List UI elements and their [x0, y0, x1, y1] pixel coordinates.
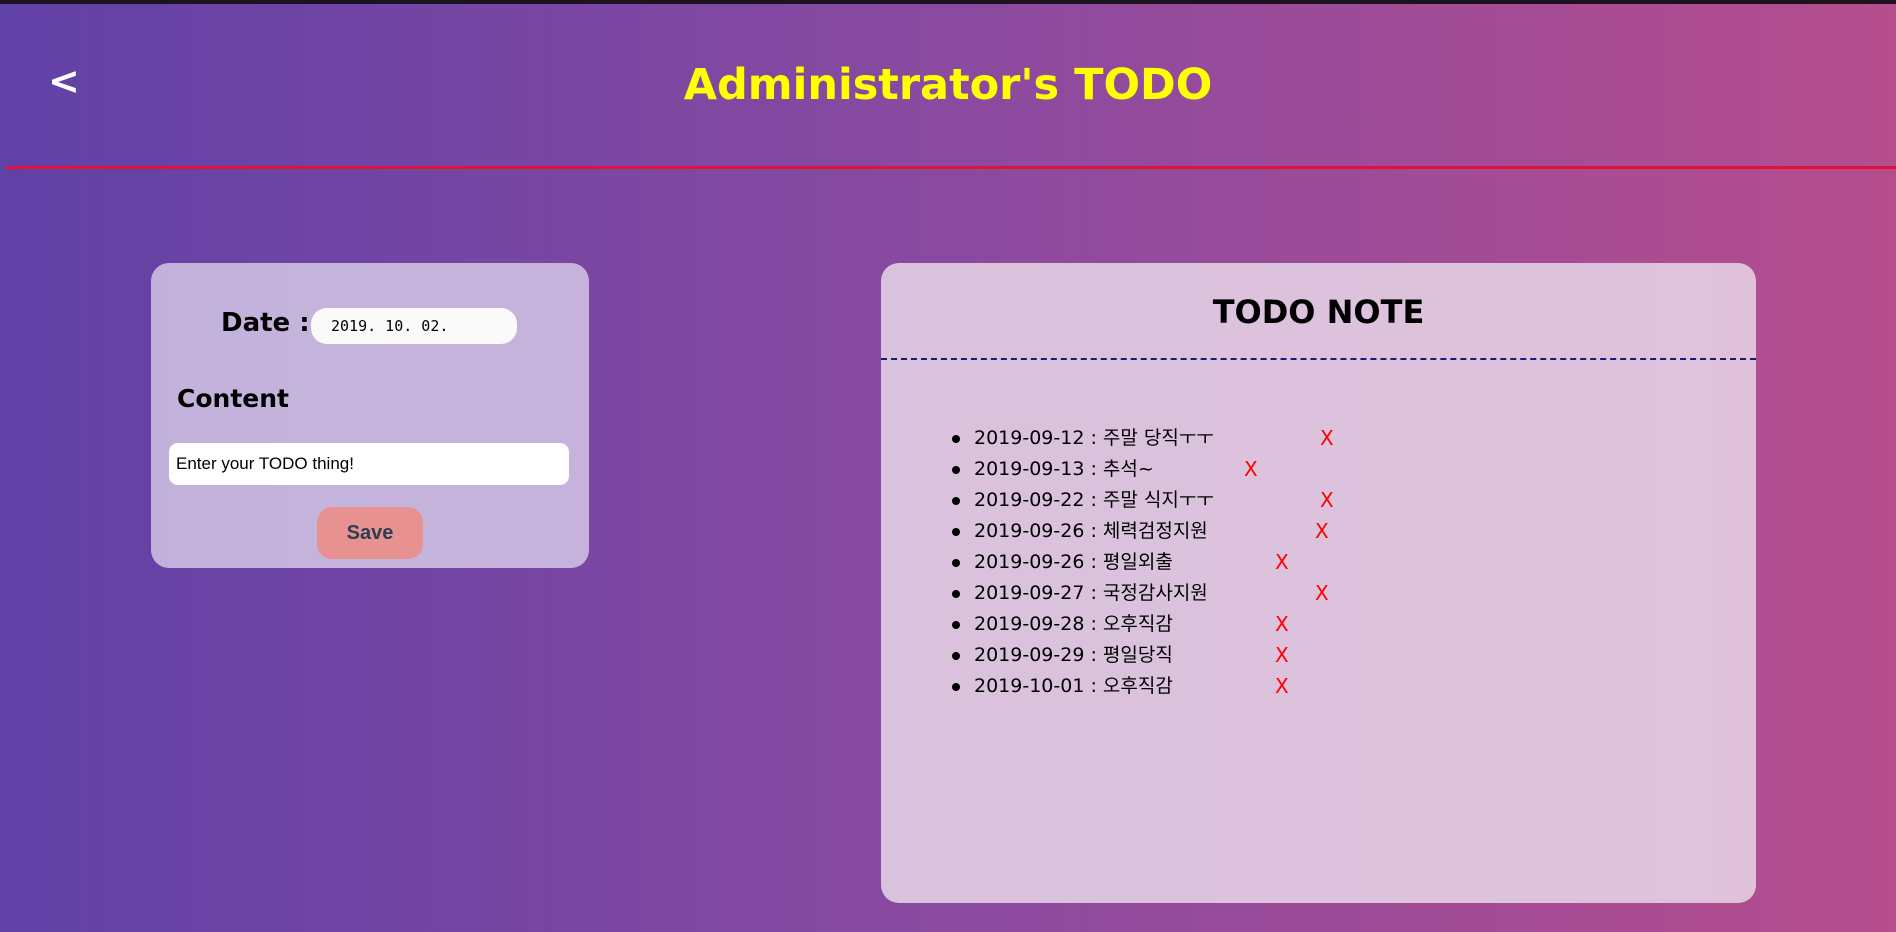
- header-divider: [6, 166, 1896, 169]
- delete-todo-button[interactable]: X: [1275, 640, 1289, 671]
- todo-item-text: 2019-09-26 : 평일외출: [974, 551, 1173, 573]
- todo-item-text: 2019-09-26 : 체력검정지원: [974, 520, 1208, 542]
- content-input[interactable]: [169, 443, 569, 485]
- todo-form-card: Date : 2019. 10. 02. Content Save: [151, 263, 589, 568]
- todo-item-text: 2019-09-29 : 평일당직: [974, 644, 1173, 666]
- todo-note-divider: [881, 358, 1756, 360]
- todo-item-text: 2019-09-22 : 주말 식지ㅜㅜ: [974, 489, 1214, 511]
- content-label: Content: [177, 384, 289, 413]
- todo-item-text: 2019-10-01 : 오후직감: [974, 675, 1173, 697]
- todo-item: 2019-09-28 : 오후직감 X: [952, 609, 1289, 640]
- delete-todo-button[interactable]: X: [1320, 485, 1334, 516]
- delete-todo-button[interactable]: X: [1315, 578, 1329, 609]
- todo-list: 2019-09-12 : 주말 당직ㅜㅜ X 2019-09-13 : 추석~ …: [952, 423, 1334, 702]
- todo-item: 2019-09-12 : 주말 당직ㅜㅜ X: [952, 423, 1334, 454]
- save-button[interactable]: Save: [317, 507, 423, 559]
- todo-item: 2019-09-26 : 평일외출 X: [952, 547, 1289, 578]
- date-input-value: 2019. 10. 02.: [331, 317, 449, 335]
- todo-item-text: 2019-09-27 : 국정감사지원: [974, 582, 1208, 604]
- todo-item-text: 2019-09-13 : 추석~: [974, 458, 1154, 480]
- todo-item: 2019-09-29 : 평일당직 X: [952, 640, 1289, 671]
- delete-todo-button[interactable]: X: [1320, 423, 1334, 454]
- todo-note-title: TODO NOTE: [1212, 293, 1425, 331]
- date-label: Date :: [221, 308, 310, 338]
- window-top-strip: [0, 0, 1896, 4]
- todo-item: 2019-09-26 : 체력검정지원 X: [952, 516, 1329, 547]
- delete-todo-button[interactable]: X: [1244, 454, 1258, 485]
- page-title: Administrator's TODO: [683, 60, 1213, 110]
- todo-item: 2019-09-27 : 국정감사지원 X: [952, 578, 1329, 609]
- delete-todo-button[interactable]: X: [1275, 547, 1289, 578]
- todo-item: 2019-09-22 : 주말 식지ㅜㅜ X: [952, 485, 1334, 516]
- date-input[interactable]: 2019. 10. 02.: [311, 308, 517, 344]
- todo-item: 2019-09-13 : 추석~ X: [952, 454, 1258, 485]
- delete-todo-button[interactable]: X: [1315, 516, 1329, 547]
- delete-todo-button[interactable]: X: [1275, 671, 1289, 702]
- todo-item-text: 2019-09-28 : 오후직감: [974, 613, 1173, 635]
- delete-todo-button[interactable]: X: [1275, 609, 1289, 640]
- todo-note-card: TODO NOTE 2019-09-12 : 주말 당직ㅜㅜ X 2019-09…: [881, 263, 1756, 903]
- todo-item: 2019-10-01 : 오후직감 X: [952, 671, 1289, 702]
- todo-item-text: 2019-09-12 : 주말 당직ㅜㅜ: [974, 427, 1214, 449]
